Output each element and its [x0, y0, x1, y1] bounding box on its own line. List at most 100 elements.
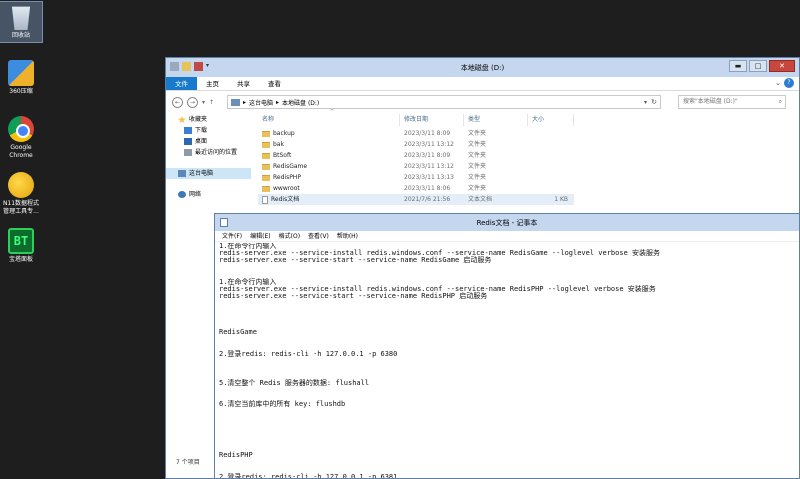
nav-network[interactable]: 网络: [166, 189, 251, 200]
navigation-bar: ← → ▾ ↑ ▸ 这台电脑 ▸ 本地磁盘 (D:) ▾ ↻ 搜索"本地磁盘 (…: [166, 91, 799, 113]
desktop-icon-label: 回收站: [11, 32, 30, 39]
menu-edit[interactable]: 编辑(E): [250, 231, 270, 241]
menu-format[interactable]: 格式(O): [279, 231, 300, 241]
desktop-icon-bt-panel[interactable]: BT 宝塔面板: [0, 228, 42, 264]
file-type: 文本文档: [468, 196, 493, 203]
notepad-title: Redis文档 - 记事本: [476, 219, 538, 227]
breadcrumb-drive-d[interactable]: 本地磁盘 (D:): [282, 98, 319, 107]
n11-tool-icon: [8, 172, 34, 198]
archive-360-icon: [8, 60, 34, 86]
nav-downloads[interactable]: 下载: [166, 125, 251, 136]
address-bar[interactable]: ▸ 这台电脑 ▸ 本地磁盘 (D:) ▾ ↻: [227, 95, 661, 109]
explorer-title: 本地磁盘 (D:): [460, 64, 505, 72]
file-date: 2023/3/11 8:09: [404, 130, 451, 137]
computer-icon: [178, 170, 186, 177]
file-name: RedisPHP: [273, 174, 301, 181]
file-date: 2023/3/11 13:13: [404, 174, 454, 181]
notepad-text-area[interactable]: 1.在命令行内输入 redis-server.exe --service-ins…: [219, 243, 795, 478]
bt-panel-icon: BT: [8, 228, 34, 254]
ribbon-expand-icon[interactable]: ⌄: [775, 79, 781, 87]
address-dropdown-icon[interactable]: ▾: [644, 99, 647, 106]
refresh-icon[interactable]: ↻: [651, 98, 657, 106]
folder-icon: [262, 174, 270, 181]
forward-button[interactable]: →: [187, 96, 198, 108]
nav-this-pc[interactable]: 这台电脑: [166, 168, 251, 179]
window-controls: ▬ □ ✕: [729, 60, 795, 72]
star-icon: [178, 116, 186, 123]
breadcrumb-separator-icon: ▸: [276, 98, 280, 106]
folder-icon: [262, 141, 270, 148]
notepad-titlebar[interactable]: Redis文档 - 记事本: [215, 214, 799, 231]
nav-recent[interactable]: 最近访问的位置: [166, 147, 251, 158]
computer-icon: [231, 98, 240, 106]
file-type: 文件夹: [468, 130, 487, 137]
tab-share[interactable]: 共享: [228, 77, 259, 90]
desktop-icon-chrome[interactable]: Google Chrome: [0, 116, 42, 160]
folder-icon: [262, 130, 270, 137]
up-button[interactable]: ↑: [209, 99, 214, 106]
file-name: bak: [273, 141, 284, 148]
nav-label: 最近访问的位置: [195, 149, 238, 156]
nav-desktop[interactable]: 桌面: [166, 136, 251, 147]
network-icon: [178, 191, 186, 198]
download-icon: [184, 127, 192, 134]
desktop-icon-recycle-bin[interactable]: 回收站: [0, 1, 43, 43]
explorer-titlebar[interactable]: ▾ 本地磁盘 (D:) ▬ □ ✕: [166, 58, 799, 77]
file-name: backup: [273, 130, 295, 137]
file-type: 文件夹: [468, 163, 487, 170]
nav-favorites[interactable]: 收藏夹: [166, 114, 251, 125]
tab-file[interactable]: 文件: [166, 77, 197, 90]
column-date[interactable]: 修改日期: [400, 114, 464, 126]
folder-icon: [262, 185, 270, 192]
desktop-icon-360zip[interactable]: 360压缩: [0, 60, 42, 96]
help-icon[interactable]: ?: [784, 78, 794, 88]
menu-file[interactable]: 文件(F): [222, 231, 242, 241]
text-file-icon: [262, 195, 268, 204]
back-button[interactable]: ←: [172, 96, 183, 108]
recent-places-icon: [184, 149, 192, 156]
maximize-button[interactable]: □: [749, 60, 767, 72]
file-row[interactable]: BtSoft 2023/3/11 8:09 文件夹: [258, 150, 574, 161]
close-button[interactable]: ✕: [769, 60, 795, 72]
file-name: Redis文档: [271, 196, 300, 203]
column-name[interactable]: 名称: [258, 114, 400, 126]
ribbon-tabs: 文件 主页 共享 查看 ⌄ ?: [166, 77, 799, 91]
minimize-button[interactable]: ▬: [729, 60, 747, 72]
file-row[interactable]: RedisGame 2023/3/11 13:12 文件夹: [258, 161, 574, 172]
tab-home[interactable]: 主页: [197, 77, 228, 90]
desktop-icon-n11-tool[interactable]: N11数据程式管理工具专...: [0, 172, 42, 216]
file-name: wwwroot: [273, 185, 300, 192]
file-row[interactable]: RedisPHP 2023/3/11 13:13 文件夹: [258, 172, 574, 183]
file-type: 文件夹: [468, 185, 487, 192]
desktop-icon-label: 360压缩: [9, 88, 33, 95]
menu-view[interactable]: 查看(V): [308, 231, 329, 241]
search-box[interactable]: 搜索"本地磁盘 (D:)" ⌕: [678, 95, 786, 109]
file-row[interactable]: Redis文档 2021/7/6 21:56 文本文档 1 KB: [258, 194, 574, 205]
recycle-bin-icon: [11, 6, 31, 30]
nav-label: 下载: [195, 127, 208, 134]
file-name: BtSoft: [273, 152, 292, 159]
nav-label: 桌面: [195, 138, 208, 145]
desktop-icon-label: 宝塔面板: [8, 256, 33, 263]
column-size[interactable]: 大小: [528, 114, 574, 126]
nav-label: 网络: [189, 191, 202, 198]
folder-icon: [262, 163, 270, 170]
file-row[interactable]: wwwroot 2023/3/11 8:06 文件夹: [258, 183, 574, 194]
tab-view[interactable]: 查看: [259, 77, 290, 90]
file-date: 2023/3/11 8:09: [404, 152, 451, 159]
recent-locations-icon[interactable]: ▾: [202, 99, 205, 106]
file-type: 文件夹: [468, 174, 487, 181]
notepad-menubar: 文件(F) 编辑(E) 格式(O) 查看(V) 帮助(H): [215, 231, 799, 242]
file-name: RedisGame: [273, 163, 308, 170]
column-type[interactable]: 类型: [464, 114, 528, 126]
breadcrumb-this-pc[interactable]: 这台电脑: [249, 98, 273, 107]
chrome-icon: [8, 116, 34, 142]
search-placeholder: 搜索"本地磁盘 (D:)": [683, 98, 738, 105]
desktop-icon: [184, 138, 192, 145]
menu-help[interactable]: 帮助(H): [337, 231, 358, 241]
file-row[interactable]: bak 2023/3/11 13:12 文件夹: [258, 139, 574, 150]
search-icon: ⌕: [778, 98, 782, 105]
file-date: 2023/3/11 13:12: [404, 141, 454, 148]
file-row[interactable]: backup 2023/3/11 8:09 文件夹: [258, 128, 574, 139]
file-size: 1 KB: [554, 196, 568, 203]
